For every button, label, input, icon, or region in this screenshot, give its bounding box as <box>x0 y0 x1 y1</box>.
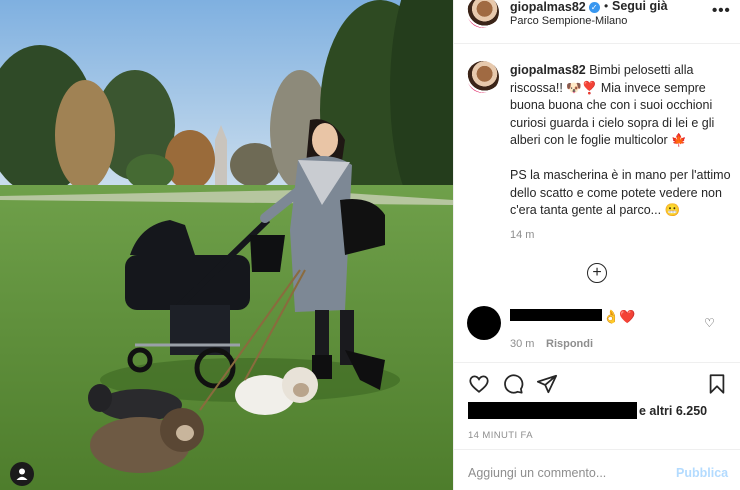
more-options-icon[interactable]: ••• <box>712 2 731 19</box>
likes-count[interactable]: e altri 6.250 <box>639 404 707 418</box>
park-photo-illustration <box>0 0 453 490</box>
post-caption: giopalmas82 Bimbi pelosetti alla riscoss… <box>510 62 734 220</box>
person-icon <box>16 468 28 480</box>
caption-timestamp: 14 m <box>510 229 535 241</box>
commenter-avatar[interactable] <box>467 306 501 340</box>
header-separator: • <box>604 0 609 13</box>
tagged-users-button[interactable] <box>10 462 34 486</box>
post-timestamp: 14 MINUTI FA <box>468 430 533 441</box>
post-header: giopalmas82 ✓ • Segui già Parco Sempione-… <box>454 0 740 30</box>
comment-emoji: 👌❤️ <box>603 309 636 324</box>
load-more-comments-button[interactable]: + <box>587 263 607 283</box>
reply-button[interactable]: Rispondi <box>546 338 593 350</box>
post-photo[interactable] <box>0 0 453 490</box>
post-actions <box>468 373 728 395</box>
location-link[interactable]: Parco Sempione-Milano <box>510 15 627 27</box>
caption-author-avatar[interactable] <box>467 61 499 93</box>
verified-badge-icon: ✓ <box>588 2 600 13</box>
caption-username[interactable]: giopalmas82 <box>510 63 586 77</box>
author-avatar[interactable] <box>467 0 499 28</box>
actions-divider <box>454 362 740 363</box>
redacted-likers <box>468 402 637 419</box>
header-divider <box>454 43 740 44</box>
comment-like-icon[interactable]: ♡ <box>704 316 715 330</box>
plus-icon: + <box>592 264 602 281</box>
bookmark-icon[interactable] <box>706 373 728 395</box>
author-username[interactable]: giopalmas82 ✓ <box>510 0 600 14</box>
post-side-panel: giopalmas82 ✓ • Segui già Parco Sempione-… <box>453 0 740 490</box>
following-button[interactable]: Segui già <box>612 0 668 13</box>
caption-text-2: PS la mascherina è in mano per l'attimo … <box>510 167 731 218</box>
heart-outline-icon[interactable] <box>468 373 490 395</box>
comment-bubble-icon[interactable] <box>502 373 524 395</box>
comment-box-divider <box>454 449 740 450</box>
publish-button[interactable]: Pubblica <box>676 466 728 480</box>
add-comment-input[interactable]: Aggiungi un commento... <box>468 466 606 480</box>
paper-plane-icon[interactable] <box>536 373 558 395</box>
comment-timestamp: 30 m <box>510 338 535 350</box>
redacted-comment <box>510 309 602 321</box>
